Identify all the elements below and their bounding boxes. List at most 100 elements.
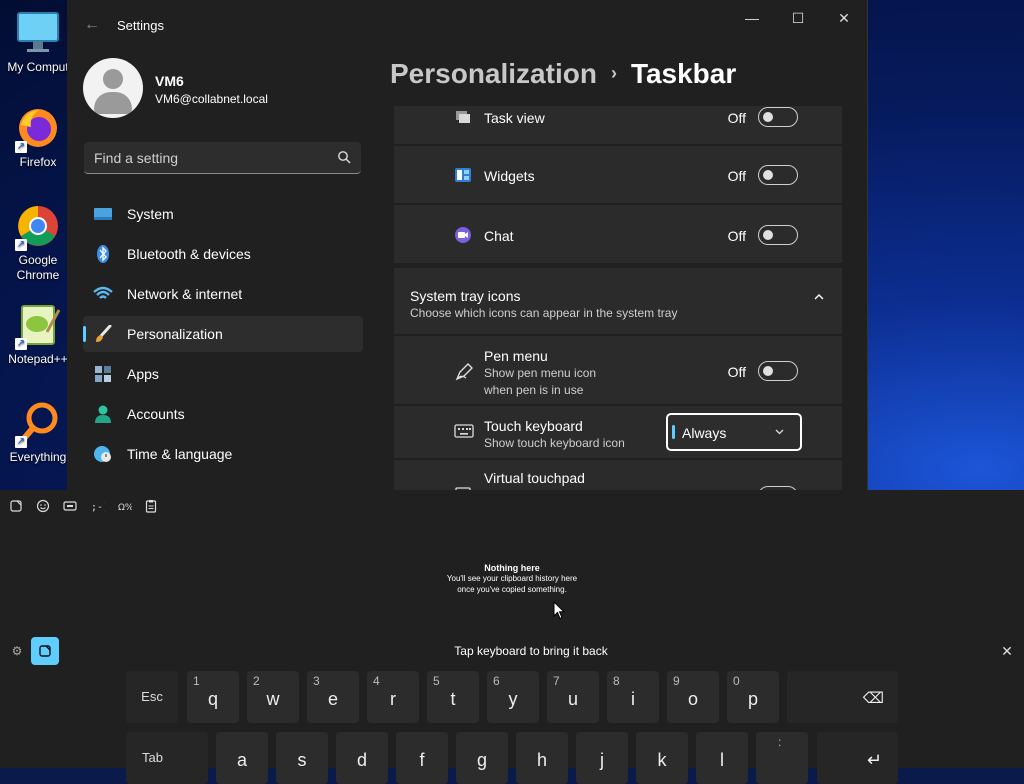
title-bar[interactable]: ← Settings — ☐ ✕	[67, 0, 867, 50]
key-tab[interactable]: Tab	[126, 732, 208, 784]
setting-subtitle: Show touch keyboard icon	[484, 436, 625, 450]
chat-icon	[455, 227, 471, 243]
system-tray-section-header[interactable]: System tray icons Choose which icons can…	[394, 268, 842, 334]
key-y[interactable]: 6y	[487, 671, 539, 723]
backspace-icon: ⌫	[862, 690, 884, 707]
key-t[interactable]: 5t	[427, 671, 479, 723]
key-esc[interactable]: Esc	[126, 671, 178, 723]
symbols-icon[interactable]: Ω%	[116, 498, 132, 514]
pen-menu-toggle[interactable]	[758, 361, 798, 381]
key-number: 6	[493, 674, 500, 688]
sidebar-item-apps[interactable]: Apps	[83, 356, 363, 392]
sidebar-item-bluetooth[interactable]: Bluetooth & devices	[83, 236, 363, 272]
app-title: Settings	[117, 18, 164, 33]
key-semicolon[interactable]: :	[756, 732, 808, 784]
clipboard-icon[interactable]	[143, 498, 159, 514]
sidebar-nav: System Bluetooth & devices Network & int…	[83, 196, 363, 476]
key-letter: i	[631, 689, 635, 709]
sidebar-item-personalization[interactable]: Personalization	[83, 316, 363, 352]
task-view-icon	[456, 111, 470, 123]
setting-chat: Chat Off	[394, 205, 842, 263]
minimize-button[interactable]: —	[729, 6, 775, 30]
key-l[interactable]: l	[696, 732, 748, 784]
chevron-right-icon: ›	[610, 63, 617, 83]
chrome-icon: ↗	[15, 203, 61, 251]
touch-keyboard: ;-) Ω% Nothing here You'll see your clip…	[0, 490, 1024, 784]
task-view-toggle[interactable]	[758, 107, 798, 127]
desktop-icon-my-computer[interactable]: My Comput	[0, 10, 76, 74]
sidebar-item-time-language[interactable]: Time & language	[83, 436, 363, 472]
key-e[interactable]: 3e	[307, 671, 359, 723]
avatar	[83, 58, 143, 118]
wifi-icon	[93, 286, 113, 299]
dropdown-value: Always	[682, 425, 727, 441]
widgets-toggle[interactable]	[758, 165, 798, 185]
shortcut-arrow-icon: ↗	[15, 141, 27, 153]
accounts-icon	[95, 405, 111, 423]
key-number: 5	[433, 674, 440, 688]
key-r[interactable]: 4r	[367, 671, 419, 723]
emoji-icon[interactable]	[35, 498, 51, 514]
sidebar-item-accounts[interactable]: Accounts	[83, 396, 363, 432]
key-p[interactable]: 0p	[727, 671, 779, 723]
sidebar-item-network[interactable]: Network & internet	[83, 276, 363, 312]
bluetooth-icon	[97, 245, 109, 263]
key-g[interactable]: g	[456, 732, 508, 784]
apps-icon	[95, 366, 111, 382]
key-k[interactable]: k	[636, 732, 688, 784]
desktop-icon-chrome[interactable]: ↗ Google Chrome	[0, 203, 76, 283]
setting-virtual-touchpad: Virtual touchpad	[394, 460, 842, 490]
section-title: System tray icons	[410, 288, 521, 304]
kaomoji-icon[interactable]: ;-)	[89, 498, 105, 514]
close-button[interactable]: ✕	[821, 6, 867, 30]
chevron-down-icon	[775, 429, 784, 435]
sidebar-item-system[interactable]: System	[83, 196, 363, 232]
clipboard-empty-line1: You'll see your clipboard history here	[446, 574, 578, 583]
key-u[interactable]: 7u	[547, 671, 599, 723]
monitor-icon	[15, 10, 61, 56]
setting-title: Widgets	[484, 168, 535, 184]
key-j[interactable]: j	[576, 732, 628, 784]
sidebar-item-label: Accounts	[127, 406, 185, 422]
key-d[interactable]: d	[336, 732, 388, 784]
sticker-icon[interactable]	[8, 498, 24, 514]
gif-icon[interactable]	[62, 498, 78, 514]
key-h[interactable]: h	[516, 732, 568, 784]
user-profile[interactable]: VM6 VM6@collabnet.local	[83, 58, 383, 118]
search-icon	[338, 151, 351, 164]
key-a[interactable]: a	[216, 732, 268, 784]
time-language-icon	[94, 446, 111, 462]
key-number: 7	[553, 674, 560, 688]
desktop-icon-notepadpp[interactable]: ↗ Notepad++	[0, 302, 76, 366]
key-label: Esc	[141, 689, 163, 704]
toggle-state-label: Off	[727, 364, 746, 380]
key-o[interactable]: 9o	[667, 671, 719, 723]
key-number: 3	[313, 674, 320, 688]
key-s[interactable]: s	[276, 732, 328, 784]
search-input[interactable]: Find a setting	[84, 142, 361, 174]
key-letter: t	[450, 689, 456, 709]
key-number: 2	[253, 674, 260, 688]
breadcrumb: Personalization › Taskbar	[390, 58, 736, 90]
key-i[interactable]: 8i	[607, 671, 659, 723]
key-q[interactable]: 1q	[187, 671, 239, 723]
page-title: Taskbar	[630, 58, 737, 89]
key-f[interactable]: f	[396, 732, 448, 784]
notepadpp-icon: ↗	[15, 302, 61, 350]
key-w[interactable]: 2w	[247, 671, 299, 723]
close-icon[interactable]: ✕	[998, 642, 1016, 660]
clipboard-empty-line2: once you've copied something.	[457, 585, 567, 594]
desktop-icon-everything[interactable]: ↗ Everything	[0, 400, 76, 464]
touch-keyboard-dropdown[interactable]: Always	[666, 413, 802, 451]
key-backspace[interactable]: ⌫	[787, 671, 898, 723]
maximize-button[interactable]: ☐	[775, 6, 821, 30]
key-number: 1	[193, 674, 200, 688]
system-icon	[94, 208, 112, 220]
chat-toggle[interactable]	[758, 225, 798, 245]
back-button[interactable]: ←	[81, 14, 103, 36]
desktop-icon-firefox[interactable]: ↗ Firefox	[0, 105, 76, 169]
sidebar-item-label: Bluetooth & devices	[127, 246, 251, 262]
breadcrumb-parent[interactable]: Personalization	[390, 58, 597, 89]
key-enter[interactable]: ↵	[817, 732, 898, 784]
user-email: VM6@collabnet.local	[155, 92, 268, 106]
